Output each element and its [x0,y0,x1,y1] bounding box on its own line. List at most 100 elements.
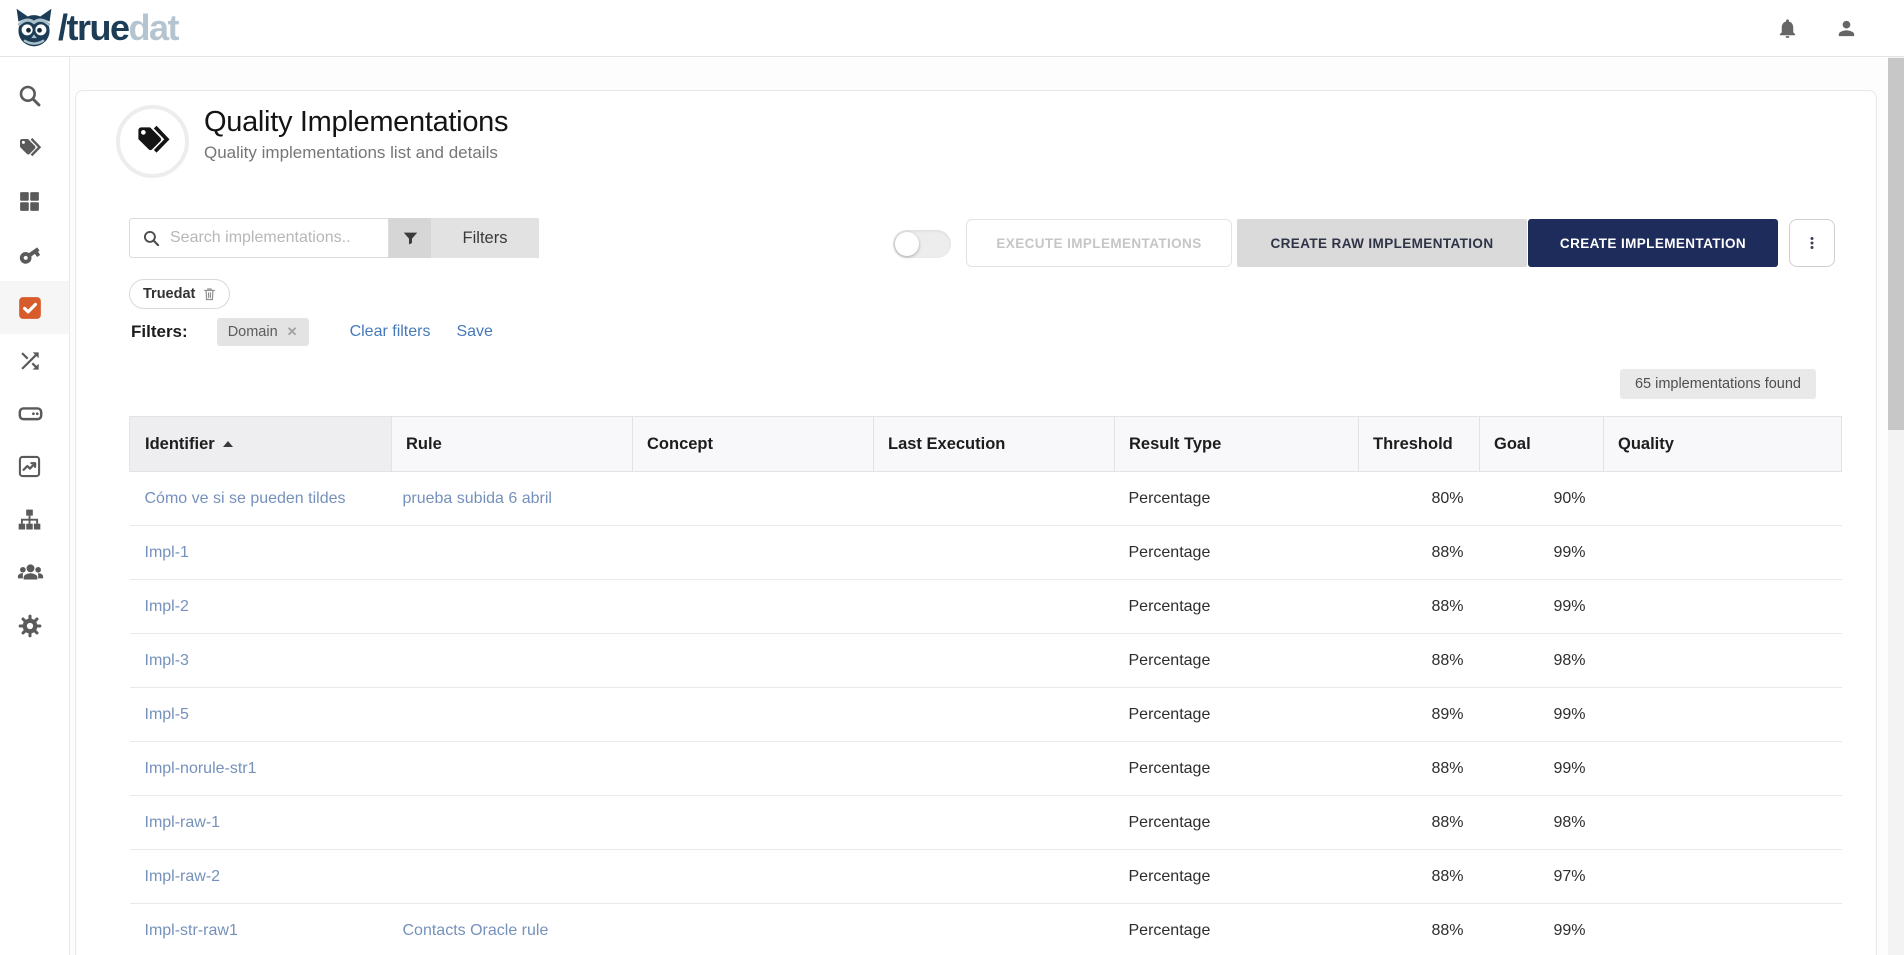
identifier-cell-link[interactable]: Cómo ve si se pueden tildes [145,490,346,507]
concept-cell [632,849,874,904]
scrollbar-thumb[interactable] [1888,58,1904,430]
result-type-cell: Percentage [1114,471,1359,526]
column-header-goal[interactable]: Goal [1479,416,1604,472]
result-type-cell: Percentage [1114,687,1359,742]
table-row: Impl-raw-2 Percentage 88% 97% [129,849,1842,904]
rule-cell [391,633,633,688]
goal-cell: 99% [1479,687,1604,742]
sidebar-item-key[interactable] [0,228,69,281]
filters-button[interactable]: Filters [431,218,539,258]
result-type-cell: Percentage [1114,795,1359,850]
create-raw-implementation-button[interactable]: CREATE RAW IMPLEMENTATION [1237,219,1527,267]
sidebar-item-search[interactable] [0,69,69,122]
column-header-identifier[interactable]: Identifier [129,416,392,472]
clear-filters-link[interactable]: Clear filters [350,323,431,341]
sidebar-item-tags[interactable] [0,122,69,175]
sidebar-item-sitemap[interactable] [0,493,69,546]
execute-toggle[interactable] [893,230,951,258]
remove-filter-icon[interactable]: ✕ [287,324,298,340]
column-header-concept[interactable]: Concept [632,416,874,472]
rule-cell [391,795,633,850]
identifier-cell-link[interactable]: Impl-str-raw1 [145,922,238,939]
main-content: Quality Implementations Quality implemen… [70,57,1904,955]
implementations-table-wrapper: Identifier Rule Concept Last Execution R… [129,416,1842,955]
check-square-icon [17,295,43,321]
last-execution-cell [873,849,1115,904]
identifier-cell-link[interactable]: Impl-raw-1 [145,814,221,831]
last-execution-cell [873,795,1115,850]
tag-icon [137,125,170,153]
search-input[interactable] [170,229,380,247]
rule-cell [391,579,633,634]
quality-cell [1603,687,1842,742]
last-execution-cell [873,633,1115,688]
hard-drive-icon [17,400,44,427]
save-filters-link[interactable]: Save [456,323,492,341]
page-subtitle: Quality implementations list and details [204,143,498,162]
trash-icon[interactable] [203,287,216,301]
sort-asc-icon [222,441,233,448]
identifier-cell-link[interactable]: Impl-3 [145,652,189,669]
rule-cell-link[interactable]: Contacts Oracle rule [403,922,549,939]
column-header-last-execution[interactable]: Last Execution [873,416,1115,472]
result-type-cell: Percentage [1114,903,1359,955]
quality-cell [1603,903,1842,955]
goal-cell: 90% [1479,471,1604,526]
sidebar-item-users[interactable] [0,546,69,599]
concept-cell [632,903,874,955]
table-row: Cómo ve si se pueden tildes prueba subida… [129,471,1842,526]
identifier-cell: Impl-raw-2 [129,849,392,904]
grid-icon [17,189,42,214]
identifier-cell-link[interactable]: Impl-2 [145,598,189,615]
threshold-cell: 89% [1358,687,1480,742]
domain-chip-truedat[interactable]: Truedat [129,279,231,309]
concept-cell [632,579,874,634]
column-header-rule[interactable]: Rule [391,416,633,472]
goal-cell: 97% [1479,849,1604,904]
threshold-cell: 88% [1358,579,1480,634]
truedat-logo[interactable]: /truedat [12,6,180,50]
key-icon [17,241,44,268]
last-execution-cell [873,525,1115,580]
more-options-button[interactable] [1789,219,1835,267]
threshold-cell: 88% [1358,741,1480,796]
threshold-cell: 88% [1358,525,1480,580]
threshold-cell: 88% [1358,795,1480,850]
column-header-threshold[interactable]: Threshold [1358,416,1480,472]
sidebar-item-quality[interactable] [0,281,69,334]
page-tag-icon-circle [116,105,189,178]
table-row: Impl-2 Percentage 88% 99% [129,579,1842,634]
sidebar-item-hard-drive[interactable] [0,387,69,440]
create-implementation-button[interactable]: CREATE IMPLEMENTATION [1528,219,1778,267]
column-header-quality[interactable]: Quality [1603,416,1842,472]
identifier-cell-link[interactable]: Impl-5 [145,706,189,723]
goal-cell: 99% [1479,903,1604,955]
sidebar-item-chart[interactable] [0,440,69,493]
column-header-result-type[interactable]: Result Type [1114,416,1359,472]
rule-cell-link[interactable]: prueba subida 6 abril [403,490,552,507]
sidebar-item-settings[interactable] [0,599,69,652]
table-row: Impl-3 Percentage 88% 98% [129,633,1842,688]
rule-cell [391,849,633,904]
sidebar-item-shuffle[interactable] [0,334,69,387]
tags-icon [17,136,43,162]
notifications-bell-icon[interactable] [1776,17,1799,40]
rule-cell: prueba subida 6 abril [391,471,633,526]
identifier-cell: Impl-raw-1 [129,795,392,850]
goal-cell: 98% [1479,795,1604,850]
quality-implementations-card: Quality Implementations Quality implemen… [75,90,1877,955]
filter-chip-domain[interactable]: Domain ✕ [216,318,309,346]
last-execution-cell [873,471,1115,526]
user-profile-icon[interactable] [1835,17,1858,40]
execute-implementations-button[interactable]: EXECUTE IMPLEMENTATIONS [966,219,1232,267]
table-row: Impl-1 Percentage 88% 99% [129,525,1842,580]
quality-cell [1603,525,1842,580]
identifier-cell-link[interactable]: Impl-raw-2 [145,868,221,885]
page-title: Quality Implementations [204,106,509,138]
concept-cell [632,687,874,742]
identifier-cell-link[interactable]: Impl-1 [145,544,189,561]
page-scrollbar[interactable] [1888,57,1904,955]
identifier-cell-link[interactable]: Impl-norule-str1 [145,760,257,777]
filter-funnel-button[interactable] [389,218,431,258]
sidebar-item-grid[interactable] [0,175,69,228]
